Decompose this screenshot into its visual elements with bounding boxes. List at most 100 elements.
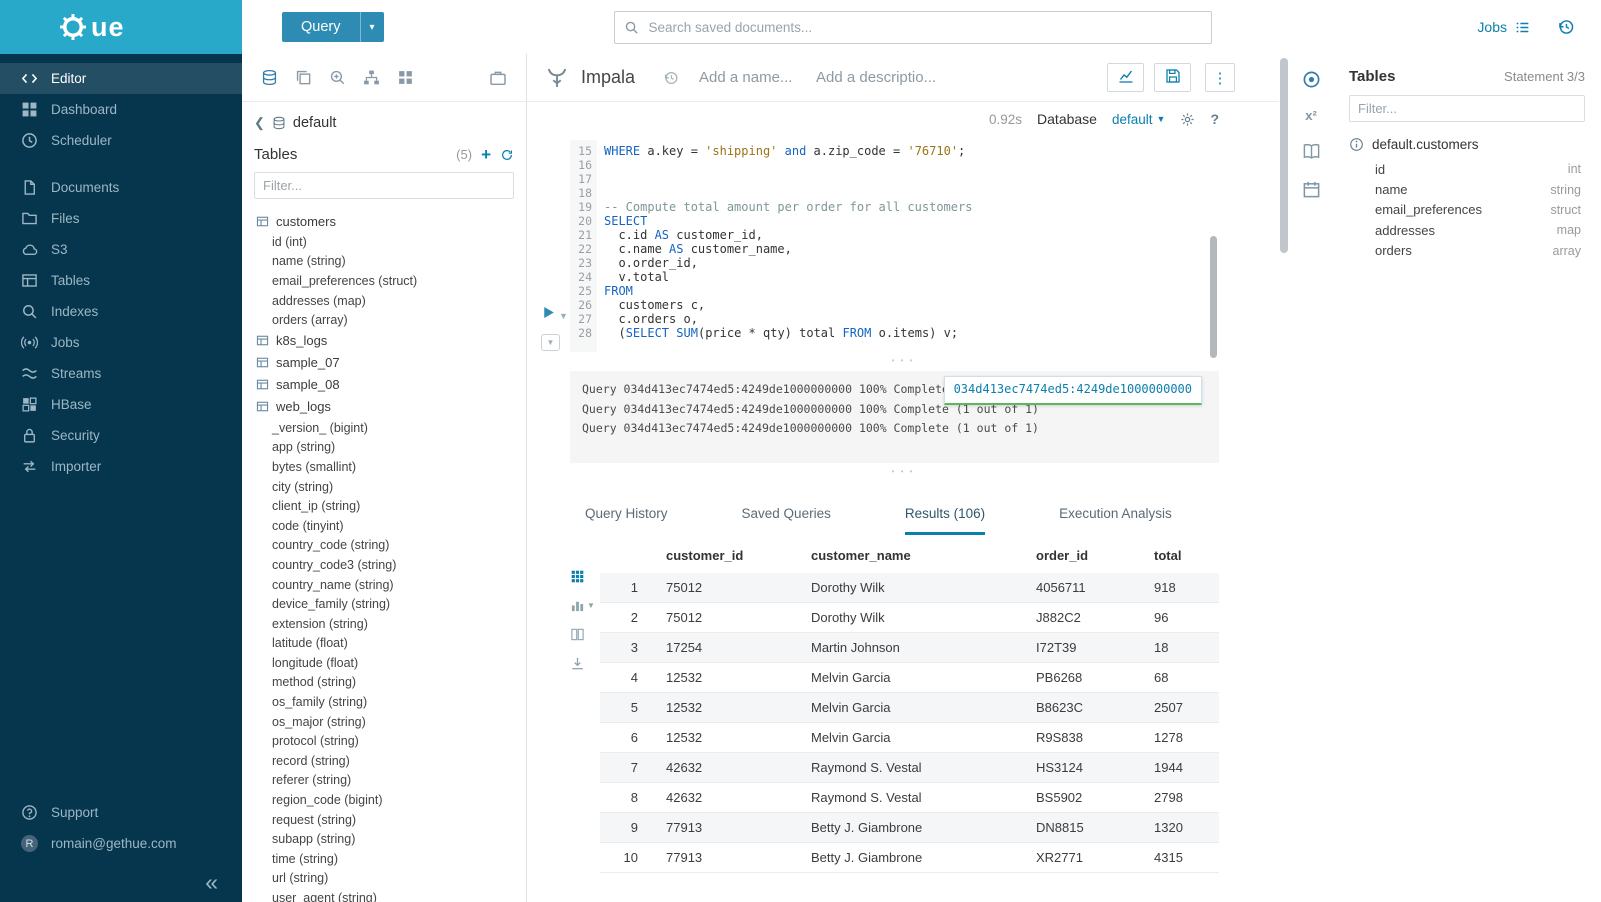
save-button[interactable]: [1154, 63, 1191, 92]
query-button[interactable]: Query: [282, 12, 360, 42]
column-item[interactable]: id (int): [242, 232, 526, 252]
database-selector[interactable]: default ▼: [1112, 112, 1165, 127]
column-item[interactable]: code (tinyint): [242, 516, 526, 536]
assist-column-id[interactable]: idint: [1339, 159, 1585, 179]
table-item-customers[interactable]: customers: [242, 210, 526, 232]
table-item-sample-07[interactable]: sample_07: [242, 352, 526, 374]
column-item[interactable]: region_code (bigint): [242, 790, 526, 810]
result-row[interactable]: 317254Martin JohnsonI72T3918: [600, 633, 1219, 663]
help-icon[interactable]: ?: [1210, 111, 1219, 127]
kebab-menu-button[interactable]: ⋮: [1205, 63, 1235, 92]
query-name-input[interactable]: [699, 69, 804, 86]
language-reference-icon[interactable]: [1302, 142, 1321, 161]
result-row[interactable]: 977913Betty J. GiambroneDN88151320: [600, 813, 1219, 843]
column-item[interactable]: referer (string): [242, 771, 526, 791]
column-item[interactable]: city (string): [242, 477, 526, 497]
gear-icon[interactable]: [1180, 112, 1195, 127]
search-input[interactable]: [614, 11, 1212, 44]
page-scrollbar-thumb[interactable]: [1280, 58, 1288, 253]
sidebar-item-support[interactable]: Support: [0, 797, 242, 828]
add-icon[interactable]: +: [481, 146, 491, 163]
columns-toggle-icon[interactable]: [570, 627, 585, 642]
query-dropdown-button[interactable]: ▾: [360, 12, 384, 42]
tab-execution-analysis[interactable]: Execution Analysis: [1059, 506, 1172, 535]
table-item-k8s-logs[interactable]: k8s_logs: [242, 330, 526, 352]
column-item[interactable]: app (string): [242, 438, 526, 458]
column-item[interactable]: longitude (float): [242, 653, 526, 673]
query-id-popover[interactable]: 034d413ec7474ed5:4249de1000000000: [944, 376, 1202, 405]
column-item[interactable]: protocol (string): [242, 731, 526, 751]
history-icon[interactable]: [1557, 18, 1575, 36]
result-row[interactable]: 175012Dorothy Wilk4056711918: [600, 573, 1219, 603]
jobs-link[interactable]: Jobs: [1477, 19, 1531, 36]
sidebar-item-editor[interactable]: Editor: [0, 63, 242, 94]
column-item[interactable]: _version_ (bigint): [242, 418, 526, 438]
apps-grid-icon[interactable]: [397, 69, 414, 86]
column-item[interactable]: request (string): [242, 810, 526, 830]
result-row[interactable]: 1077913Betty J. GiambroneXR27714315: [600, 843, 1219, 873]
tab-saved-queries[interactable]: Saved Queries: [742, 506, 831, 535]
column-item[interactable]: name (string): [242, 252, 526, 272]
column-item[interactable]: user_agent (string): [242, 888, 526, 902]
sidebar-item-scheduler[interactable]: Scheduler: [0, 125, 242, 156]
execute-button[interactable]: [540, 304, 557, 321]
sidebar-item-hbase[interactable]: HBase: [0, 389, 242, 420]
column-item[interactable]: bytes (smallint): [242, 457, 526, 477]
column-item[interactable]: orders (array): [242, 310, 526, 330]
sql-code-editor[interactable]: WHERE a.key = 'shipping' and a.zip_code …: [597, 140, 1279, 352]
sidebar-item-importer[interactable]: Importer: [0, 451, 242, 482]
resize-handle[interactable]: [527, 352, 1279, 365]
breadcrumb-database[interactable]: default: [293, 115, 337, 131]
assist-column-name[interactable]: namestring: [1339, 179, 1585, 199]
chart-view-control[interactable]: ▼: [570, 598, 595, 613]
column-item[interactable]: os_major (string): [242, 712, 526, 732]
database-source-icon[interactable]: [261, 69, 278, 86]
column-item[interactable]: url (string): [242, 869, 526, 889]
refresh-icon[interactable]: [500, 148, 514, 162]
sidebar-item-s3[interactable]: S3: [0, 234, 242, 265]
column-item[interactable]: latitude (float): [242, 634, 526, 654]
assist-column-addresses[interactable]: addressesmap: [1339, 220, 1585, 240]
result-row[interactable]: 612532Melvin GarciaR9S8381278: [600, 723, 1219, 753]
sidebar-item-files[interactable]: Files: [0, 203, 242, 234]
functions-icon[interactable]: x²: [1305, 108, 1317, 123]
column-item[interactable]: country_code3 (string): [242, 555, 526, 575]
result-row[interactable]: 275012Dorothy WilkJ882C296: [600, 603, 1219, 633]
column-item[interactable]: country_name (string): [242, 575, 526, 595]
grid-view-icon[interactable]: [570, 569, 585, 584]
result-row[interactable]: 842632Raymond S. VestalBS59022798: [600, 783, 1219, 813]
sidebar-item-documents[interactable]: Documents: [0, 172, 242, 203]
tab-query-history[interactable]: Query History: [585, 506, 668, 535]
collapse-sidebar-button[interactable]: «: [0, 859, 242, 896]
editor-assistant-icon[interactable]: [1302, 70, 1321, 89]
sitemap-icon[interactable]: [363, 69, 380, 86]
back-chevron-icon[interactable]: ❮: [254, 115, 265, 131]
editor-scrollbar[interactable]: [1210, 236, 1217, 358]
assist-column-email-preferences[interactable]: email_preferencesstruct: [1339, 200, 1585, 220]
query-description-input[interactable]: [816, 69, 951, 86]
column-item[interactable]: client_ip (string): [242, 496, 526, 516]
result-row[interactable]: 412532Melvin GarciaPB626868: [600, 663, 1219, 693]
execute-options-icon[interactable]: ▼: [559, 311, 568, 321]
sidebar-item-security[interactable]: Security: [0, 420, 242, 451]
tab-results-106[interactable]: Results (106): [905, 506, 985, 535]
hue-logo[interactable]: ue: [0, 0, 242, 54]
sidebar-item-user[interactable]: R romain@gethue.com: [0, 828, 242, 859]
sidebar-item-dashboard[interactable]: Dashboard: [0, 94, 242, 125]
briefcase-icon[interactable]: [489, 69, 507, 87]
table-filter-input[interactable]: [254, 172, 514, 199]
column-item[interactable]: extension (string): [242, 614, 526, 634]
query-history-icon[interactable]: [663, 70, 679, 86]
table-item-sample-08[interactable]: sample_08: [242, 374, 526, 396]
table-item-web-logs[interactable]: web_logs: [242, 396, 526, 418]
sidebar-item-indexes[interactable]: Indexes: [0, 296, 242, 327]
column-item[interactable]: device_family (string): [242, 594, 526, 614]
column-item[interactable]: method (string): [242, 673, 526, 693]
download-icon[interactable]: [570, 656, 585, 671]
column-item[interactable]: subapp (string): [242, 829, 526, 849]
column-item[interactable]: email_preferences (struct): [242, 271, 526, 291]
search-plus-icon[interactable]: [329, 69, 346, 86]
column-item[interactable]: os_family (string): [242, 692, 526, 712]
resize-handle[interactable]: [527, 463, 1279, 476]
column-item[interactable]: record (string): [242, 751, 526, 771]
